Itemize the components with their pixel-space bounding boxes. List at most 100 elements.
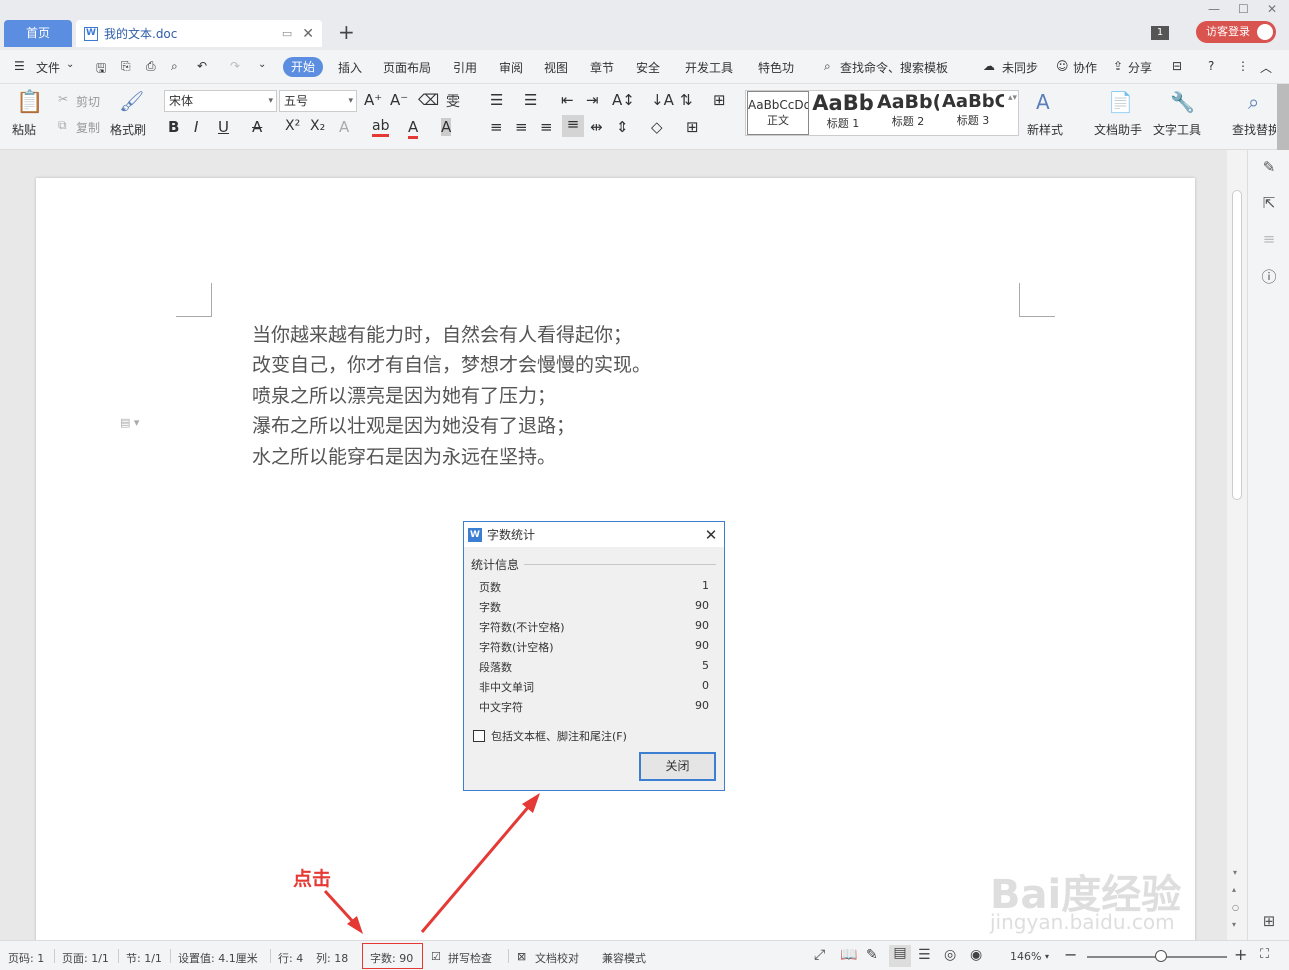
subscript-icon[interactable]: X₂ xyxy=(310,118,325,134)
text-effect-icon[interactable]: A xyxy=(339,118,349,136)
new-style-button[interactable]: 新样式 xyxy=(1027,121,1063,138)
zoom-out-icon[interactable]: − xyxy=(1064,945,1077,964)
menu-security[interactable]: 安全 xyxy=(636,59,660,76)
help-circle-icon[interactable]: ⓘ xyxy=(1259,266,1279,286)
style-heading-2[interactable]: AaBb( 标题 2 xyxy=(877,91,939,135)
help-icon[interactable]: ? xyxy=(1208,59,1214,73)
scroll-down-icon[interactable]: ▾ xyxy=(1233,868,1237,877)
status-word-count[interactable]: 字数: 90 xyxy=(370,950,413,966)
menu-page-layout[interactable]: 页面布局 xyxy=(383,59,431,76)
export-icon[interactable]: ⎘ xyxy=(121,59,131,74)
menu-special[interactable]: 特色功 xyxy=(758,59,794,76)
distribute-icon[interactable]: ⇹ xyxy=(590,118,603,136)
find-icon[interactable]: ⌕ xyxy=(1248,90,1259,114)
show-marks-icon[interactable]: ⊞ xyxy=(713,91,726,109)
document-line[interactable]: 改变自己，你才有自信，梦想才会慢慢的实现。 xyxy=(252,350,651,377)
text-tools-button[interactable]: 文字工具 xyxy=(1153,121,1201,138)
document-line[interactable]: 瀑布之所以壮观是因为她没有了退路； xyxy=(252,411,575,438)
align-left-icon[interactable]: ≡ xyxy=(490,118,503,136)
zoom-slider-knob[interactable] xyxy=(1155,950,1167,962)
tab-home[interactable]: 首页 xyxy=(4,20,72,47)
settings-sliders-icon[interactable]: ≡ xyxy=(1259,230,1279,250)
close-tab-icon[interactable]: ✕ xyxy=(302,26,314,42)
tab-document[interactable]: W 我的文本.doc ▭ ✕ xyxy=(76,20,322,47)
print-icon[interactable]: ⎙ xyxy=(146,59,156,74)
scrollbar-thumb[interactable] xyxy=(1232,190,1242,500)
include-textbox-checkbox[interactable]: 包括文本框、脚注和尾注(F) xyxy=(473,728,627,744)
style-heading-1[interactable]: AaBb 标题 1 xyxy=(812,91,874,135)
chevron-down-icon[interactable]: ⌄ xyxy=(66,59,74,70)
menu-references[interactable]: 引用 xyxy=(453,59,477,76)
superscript-icon[interactable]: X² xyxy=(285,118,300,134)
zoom-dropdown-icon[interactable]: ▾ xyxy=(1045,952,1049,961)
status-col[interactable]: 列: 18 xyxy=(316,950,348,966)
format-painter-button[interactable]: 格式刷 xyxy=(110,121,146,138)
bullet-list-icon[interactable]: ☰ xyxy=(490,91,503,109)
dialog-close-icon[interactable]: ✕ xyxy=(698,526,724,544)
command-search[interactable]: 查找命令、搜索模板 xyxy=(840,59,948,76)
cursor-icon[interactable]: ⇱ xyxy=(1259,194,1279,214)
reading-mode-icon[interactable]: 📖 xyxy=(840,947,857,963)
style-normal[interactable]: AaBbCcDd 正文 xyxy=(747,91,809,135)
collab-button[interactable]: 协作 xyxy=(1073,59,1097,76)
more-icon[interactable]: ⋮ xyxy=(1237,59,1249,73)
shrink-font-icon[interactable]: A⁻ xyxy=(390,91,408,109)
decrease-indent-icon[interactable]: ⇤ xyxy=(561,91,574,109)
guest-login-button[interactable]: 访客登录 xyxy=(1196,21,1276,43)
paragraph-icon[interactable]: ▤ ▾ xyxy=(120,416,139,429)
underline-icon[interactable]: U xyxy=(218,118,229,136)
status-page[interactable]: 页面: 1/1 xyxy=(62,950,109,966)
phonetic-icon[interactable]: 雯 xyxy=(446,91,460,111)
menu-review[interactable]: 审阅 xyxy=(499,59,523,76)
numbered-list-icon[interactable]: ☰ xyxy=(524,91,537,109)
doc-assistant-icon[interactable]: 📄 xyxy=(1108,90,1133,114)
zoom-in-icon[interactable]: + xyxy=(1234,945,1247,964)
ribbon-scroll-right[interactable] xyxy=(1277,84,1289,150)
close-window-icon[interactable]: ✕ xyxy=(1267,2,1277,16)
grid-icon[interactable]: ⊞ xyxy=(1259,912,1279,932)
doc-assistant-button[interactable]: 文档助手 xyxy=(1094,121,1142,138)
justify-icon[interactable]: ≡ xyxy=(562,115,584,137)
vertical-scrollbar[interactable]: ▾ ▴ ○ ▾ xyxy=(1227,150,1247,940)
menu-insert[interactable]: 插入 xyxy=(338,59,362,76)
status-spell-check[interactable]: 拼写检查 xyxy=(448,950,492,966)
style-heading-3[interactable]: AaBbC 标题 3 xyxy=(942,91,1004,135)
status-page-number[interactable]: 页码: 1 xyxy=(8,950,44,966)
shading-icon[interactable]: ◇ xyxy=(651,118,663,136)
find-replace-button[interactable]: 查找替换 xyxy=(1232,121,1276,138)
close-button[interactable]: 关闭 xyxy=(639,752,716,781)
web-view-icon[interactable]: ◎ xyxy=(944,947,956,963)
document-line[interactable]: 喷泉之所以漂亮是因为她有了压力； xyxy=(252,381,556,408)
status-section[interactable]: 节: 1/1 xyxy=(126,950,162,966)
paragraph-spacing-icon[interactable]: ⇕ xyxy=(616,118,629,136)
menu-developer[interactable]: 开发工具 xyxy=(685,59,733,76)
font-name-select[interactable]: 宋体 xyxy=(164,90,277,112)
sync-status[interactable]: 未同步 xyxy=(1002,59,1038,76)
eye-protect-icon[interactable]: ◉ xyxy=(970,947,982,963)
increase-indent-icon[interactable]: ⇥ xyxy=(586,91,599,109)
paste-icon[interactable]: 📋 xyxy=(16,90,43,115)
font-size-select[interactable]: 五号 xyxy=(279,90,357,112)
collapse-ribbon-icon[interactable]: ︿ xyxy=(1260,59,1272,76)
hamburger-icon[interactable]: ☰ xyxy=(14,59,25,73)
line-spacing-icon[interactable]: ⇅ xyxy=(680,91,693,109)
strikethrough-icon[interactable]: A xyxy=(252,118,262,136)
highlight-icon[interactable]: ab xyxy=(372,118,390,137)
fullscreen-icon[interactable]: ⤢ xyxy=(814,947,825,963)
undo-icon[interactable]: ↶ xyxy=(197,59,207,73)
fit-window-icon[interactable]: ⛶ xyxy=(1260,947,1269,962)
page-view-icon[interactable]: ▤ xyxy=(889,945,911,967)
document-line[interactable]: 水之所以能穿石是因为永远在坚持。 xyxy=(252,442,556,469)
redo-icon[interactable]: ↷ xyxy=(230,59,240,73)
minimize-icon[interactable]: — xyxy=(1208,2,1220,16)
checkbox-box[interactable] xyxy=(473,730,485,742)
sort-icon[interactable]: ↓A xyxy=(651,91,674,109)
cut-button[interactable]: 剪切 xyxy=(76,93,100,110)
new-style-icon[interactable]: A xyxy=(1036,90,1050,114)
maximize-icon[interactable]: ☐ xyxy=(1238,2,1249,16)
text-direction-icon[interactable]: A↕ xyxy=(612,91,635,109)
grow-font-icon[interactable]: A⁺ xyxy=(364,91,382,109)
share-button[interactable]: 分享 xyxy=(1128,59,1152,76)
bold-icon[interactable]: B xyxy=(168,118,179,136)
italic-icon[interactable]: I xyxy=(194,118,198,136)
